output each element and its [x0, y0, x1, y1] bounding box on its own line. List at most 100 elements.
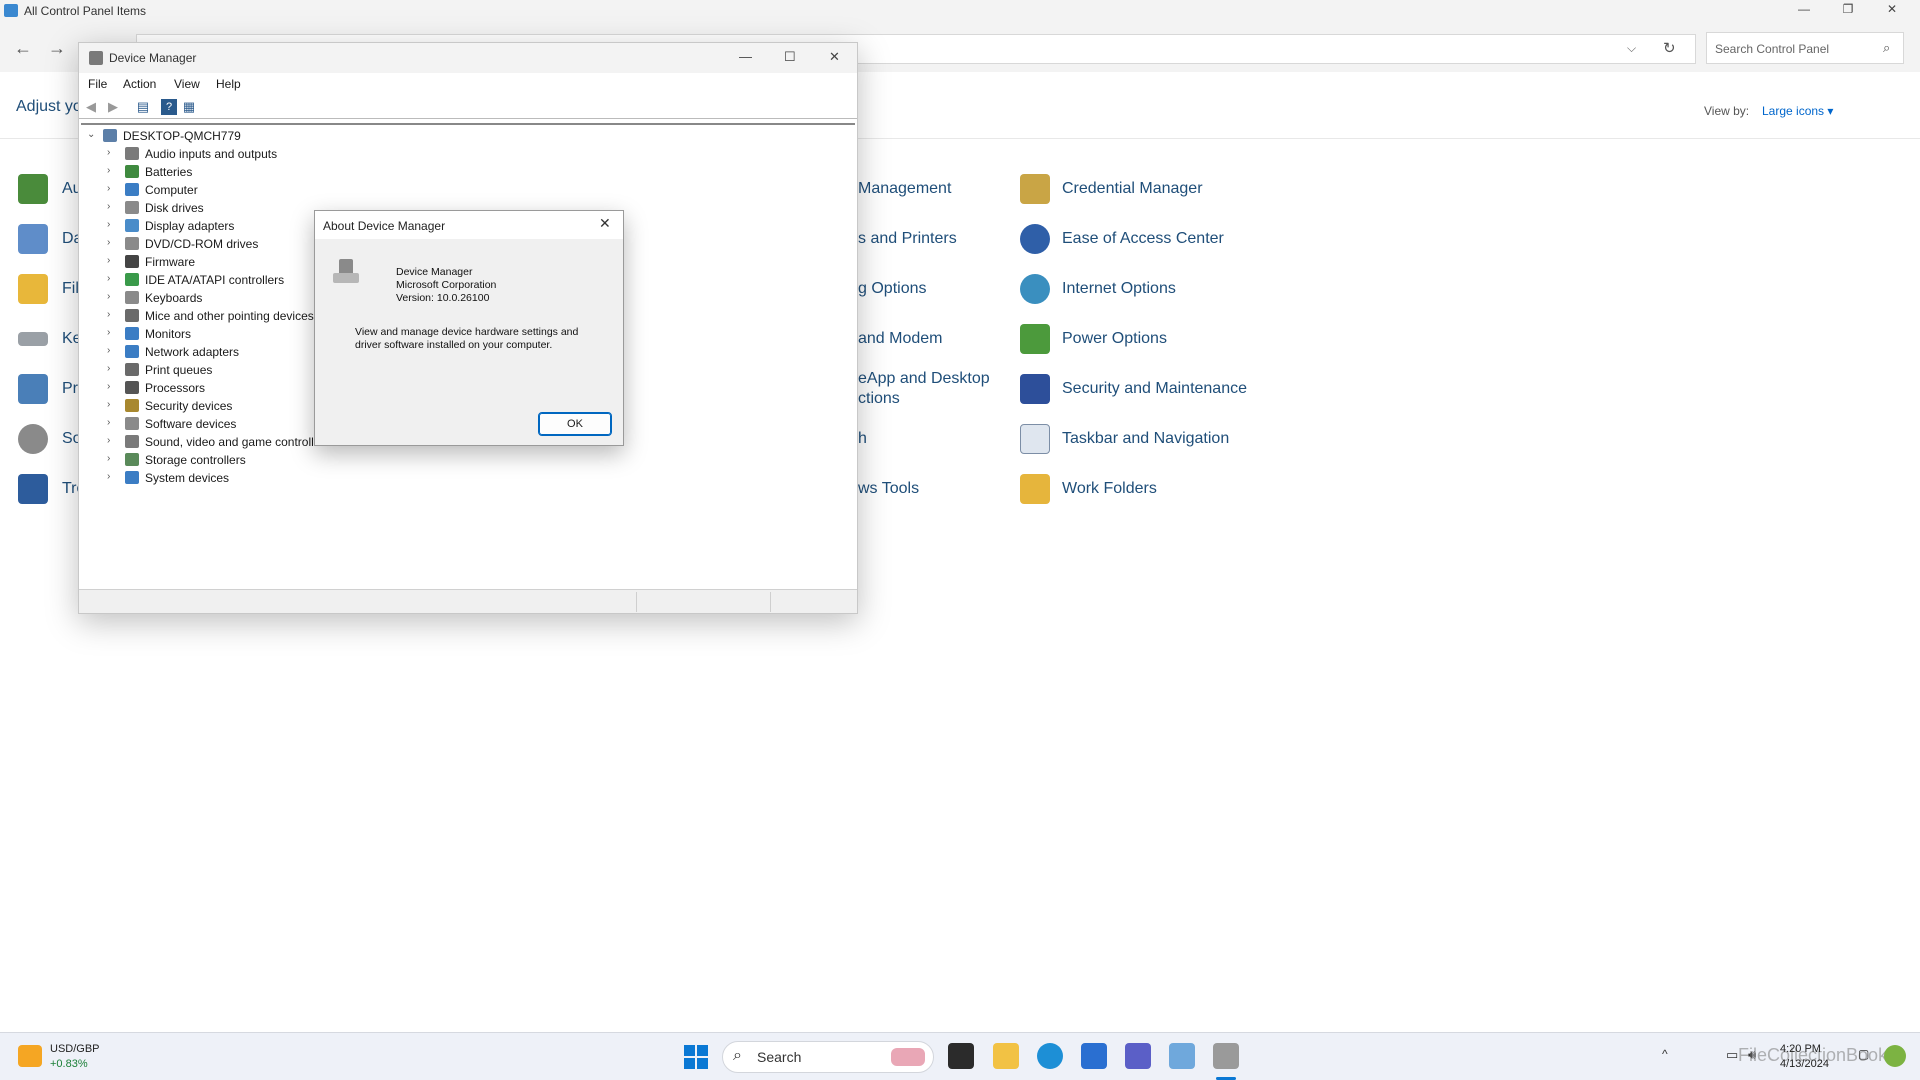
device-category-icon — [125, 363, 139, 376]
menu-view[interactable]: View — [174, 77, 200, 91]
middle-item[interactable]: Management — [858, 180, 951, 198]
middle-item[interactable]: ctions — [858, 390, 900, 408]
ease-of-access-link[interactable]: Ease of Access Center — [1062, 230, 1224, 248]
currency-widget-icon[interactable] — [18, 1045, 42, 1067]
teams-icon[interactable] — [1125, 1043, 1151, 1069]
left-item[interactable]: Fil — [62, 280, 79, 298]
device-category-icon — [125, 309, 139, 322]
control-panel-taskbar-icon[interactable] — [1169, 1043, 1195, 1069]
chevron-right-icon[interactable]: › — [107, 435, 110, 446]
taskbar-navigation-link[interactable]: Taskbar and Navigation — [1062, 430, 1229, 448]
menu-file[interactable]: File — [88, 77, 107, 91]
start-icon[interactable] — [684, 1045, 708, 1069]
tree-category-label: Security devices — [145, 399, 233, 413]
keyboard-icon — [18, 332, 48, 346]
tree-category-label: Processors — [145, 381, 206, 395]
device-manager-icon — [333, 259, 361, 285]
widget-value[interactable]: +0.83% — [50, 1058, 88, 1070]
middle-item[interactable]: s and Printers — [858, 230, 957, 248]
about-dialog-titlebar: About Device Manager ✕ — [315, 211, 623, 239]
left-item[interactable]: Pr — [62, 380, 78, 398]
chevron-right-icon[interactable]: › — [107, 273, 110, 284]
close-icon[interactable]: ✕ — [829, 49, 840, 65]
notification-icon[interactable]: ▢ — [1858, 1047, 1869, 1061]
refresh-icon[interactable]: ↻ — [1663, 39, 1676, 57]
search-control-panel-input[interactable]: Search Control Panel ⌕ — [1706, 32, 1904, 64]
help-icon[interactable]: ? — [161, 99, 177, 115]
chevron-down-icon[interactable]: ⌄ — [87, 129, 95, 140]
widget-title[interactable]: USD/GBP — [50, 1043, 100, 1055]
taskbar-search[interactable]: ⌕ Search — [722, 1041, 934, 1073]
security-maintenance-link[interactable]: Security and Maintenance — [1062, 380, 1247, 398]
about-description-line1: View and manage device hardware settings… — [355, 326, 579, 338]
close-icon[interactable]: ✕ — [1872, 2, 1912, 20]
minimize-icon[interactable]: — — [739, 49, 752, 64]
internet-options-icon — [1020, 274, 1050, 304]
chevron-right-icon[interactable]: › — [107, 363, 110, 374]
search-icon[interactable]: ⌕ — [1883, 40, 1890, 56]
middle-item[interactable]: eApp and Desktop — [858, 370, 990, 388]
minimize-icon[interactable]: — — [1784, 2, 1824, 20]
clock-time[interactable]: 4:20 PM — [1780, 1043, 1821, 1055]
close-icon[interactable]: ✕ — [599, 215, 611, 232]
chevron-right-icon[interactable]: › — [107, 237, 110, 248]
middle-item[interactable]: and Modem — [858, 330, 943, 348]
credential-manager-link[interactable]: Credential Manager — [1062, 180, 1203, 198]
search-highlight-icon — [891, 1048, 925, 1066]
tree-category-label: Display adapters — [145, 219, 235, 233]
chevron-right-icon[interactable]: › — [107, 291, 110, 302]
view-by-dropdown[interactable]: Large icons ▾ — [1762, 104, 1833, 118]
store-icon[interactable] — [1081, 1043, 1107, 1069]
network-icon[interactable]: ▭ — [1726, 1047, 1738, 1063]
device-manager-icon — [89, 51, 103, 65]
chevron-right-icon[interactable]: › — [107, 453, 110, 464]
chevron-right-icon[interactable]: › — [107, 255, 110, 266]
menu-help[interactable]: Help — [216, 77, 241, 91]
show-hidden-icon[interactable]: ▦ — [181, 99, 197, 115]
back-arrow-icon[interactable]: ← — [14, 38, 32, 59]
about-description-line2: driver software installed on your comput… — [355, 339, 553, 351]
forward-icon[interactable]: ▶ — [105, 99, 121, 115]
chevron-right-icon[interactable]: › — [107, 327, 110, 338]
page-heading: Adjust yo — [16, 98, 82, 115]
task-view-icon[interactable] — [948, 1043, 974, 1069]
chevron-right-icon[interactable]: › — [107, 147, 110, 158]
properties-view-icon[interactable]: ▤ — [135, 99, 151, 115]
chevron-right-icon[interactable]: › — [107, 201, 110, 212]
restore-icon[interactable]: ❐ — [1828, 2, 1868, 20]
clock-date[interactable]: 4/13/2024 — [1780, 1058, 1829, 1070]
chevron-right-icon[interactable]: › — [107, 309, 110, 320]
work-folders-link[interactable]: Work Folders — [1062, 480, 1157, 498]
ok-button[interactable]: OK — [538, 412, 612, 436]
power-options-link[interactable]: Power Options — [1062, 330, 1167, 348]
chevron-right-icon[interactable]: › — [107, 399, 110, 410]
middle-item[interactable]: h — [858, 430, 867, 448]
chevron-right-icon[interactable]: › — [107, 345, 110, 356]
forward-arrow-icon[interactable]: → — [48, 38, 66, 59]
chevron-right-icon[interactable]: › — [107, 183, 110, 194]
chevron-right-icon[interactable]: › — [107, 417, 110, 428]
speaker-icon — [18, 424, 48, 454]
toolbar: ◀ ▶ ▤ ? ▦ — [79, 95, 857, 119]
chevron-right-icon[interactable]: › — [107, 219, 110, 230]
device-category-icon — [125, 255, 139, 268]
chevron-down-icon[interactable]: ⌵ — [1627, 41, 1636, 56]
file-explorer-icon[interactable] — [993, 1043, 1019, 1069]
view-by-label: View by: — [1704, 104, 1750, 118]
middle-item[interactable]: ws Tools — [858, 480, 919, 498]
back-icon[interactable]: ◀ — [83, 99, 99, 115]
copilot-icon[interactable] — [1884, 1045, 1906, 1067]
middle-item[interactable]: g Options — [858, 280, 926, 298]
chevron-up-icon[interactable]: ^ — [1662, 1047, 1668, 1061]
device-category-icon — [125, 453, 139, 466]
maximize-icon[interactable]: ☐ — [784, 49, 796, 65]
chevron-right-icon[interactable]: › — [107, 381, 110, 392]
tree-category-label: Monitors — [145, 327, 192, 341]
device-manager-taskbar-icon[interactable] — [1213, 1043, 1239, 1069]
edge-icon[interactable] — [1037, 1043, 1063, 1069]
internet-options-link[interactable]: Internet Options — [1062, 280, 1176, 298]
tree-category-label: Network adapters — [145, 345, 240, 359]
chevron-right-icon[interactable]: › — [107, 471, 110, 482]
menu-action[interactable]: Action — [123, 77, 156, 91]
chevron-right-icon[interactable]: › — [107, 165, 110, 176]
